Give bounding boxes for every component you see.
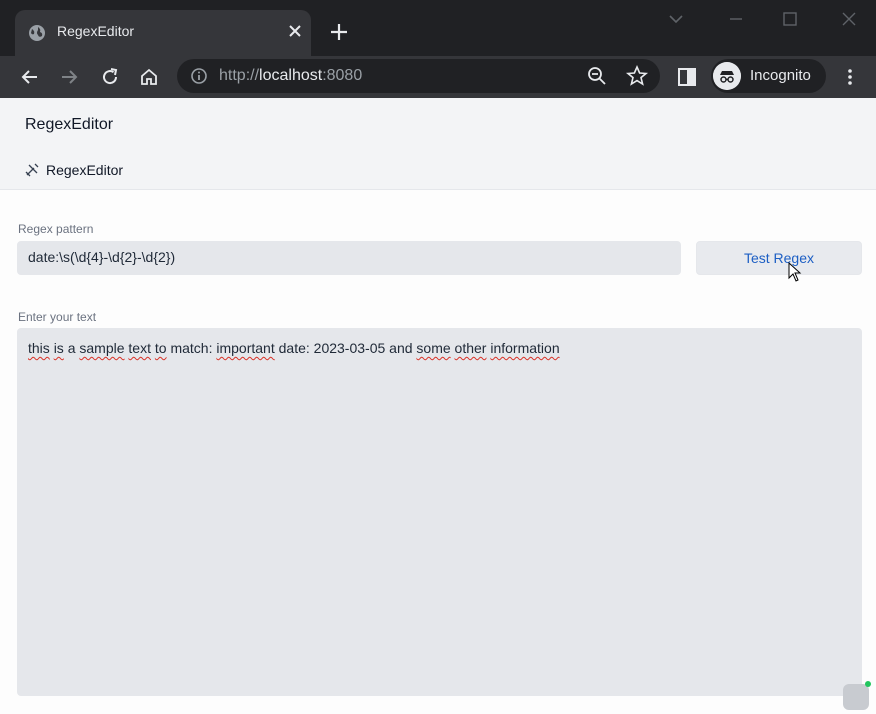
misspelled-word: this xyxy=(28,340,50,356)
info-icon[interactable] xyxy=(190,67,208,85)
url-host: localhost xyxy=(259,67,323,84)
page-content: RegexEditor RegexEditor Regex pattern da… xyxy=(0,98,876,714)
text-input-area[interactable]: this is a sample text to match: importan… xyxy=(17,328,862,696)
bookmark-star-icon[interactable] xyxy=(625,64,649,88)
browser-tab[interactable]: RegexEditor xyxy=(15,10,311,56)
incognito-icon xyxy=(713,62,741,90)
incognito-label: Incognito xyxy=(750,67,811,84)
misspelled-word: text xyxy=(128,340,151,356)
forward-arrow-icon[interactable] xyxy=(57,65,81,89)
menu-kebab-icon[interactable] xyxy=(838,65,862,89)
misspelled-word: important xyxy=(216,340,275,356)
text-input-label: Enter your text xyxy=(18,310,97,324)
url-scheme: http:// xyxy=(219,67,260,84)
misspelled-word: sample xyxy=(79,340,125,356)
test-regex-button[interactable]: Test Regex xyxy=(696,241,862,275)
misspelled-word: is xyxy=(53,340,64,356)
globe-icon xyxy=(29,25,45,41)
browser-titlebar: RegexEditor xyxy=(0,0,876,56)
text-segment: match: xyxy=(166,340,217,356)
tab-title: RegexEditor xyxy=(57,23,135,39)
app-title: RegexEditor xyxy=(25,116,114,133)
address-bar[interactable]: http://localhost:8080 xyxy=(177,59,660,93)
text-segment: date: 2023-03-05 and xyxy=(274,340,417,356)
status-dot xyxy=(865,681,871,687)
minimize-icon[interactable] xyxy=(725,8,747,30)
app-header: RegexEditor RegexEditor xyxy=(0,98,876,190)
mouse-cursor-icon xyxy=(788,262,802,282)
tools-icon xyxy=(25,163,39,177)
text-segment: a xyxy=(63,340,80,356)
misspelled-word: information xyxy=(490,340,560,356)
misspelled-word: other xyxy=(454,340,487,356)
browser-toolbar: http://localhost:8080 Incognito xyxy=(0,56,876,98)
url-port: :8080 xyxy=(322,67,363,84)
regex-pattern-label: Regex pattern xyxy=(18,222,94,236)
extension-badge[interactable] xyxy=(843,684,869,710)
reload-icon[interactable] xyxy=(98,65,122,89)
misspelled-word: some xyxy=(416,340,451,356)
nav-item-label: RegexEditor xyxy=(46,162,124,178)
url-text: http://localhost:8080 xyxy=(219,67,362,85)
close-icon[interactable] xyxy=(285,21,305,41)
side-panel-icon[interactable] xyxy=(675,65,699,89)
home-icon[interactable] xyxy=(137,65,161,89)
incognito-profile-button[interactable]: Incognito xyxy=(711,59,826,93)
misspelled-word: to xyxy=(154,340,167,356)
tab-search-icon[interactable] xyxy=(665,8,687,30)
maximize-icon[interactable] xyxy=(779,8,801,30)
window-close-icon[interactable] xyxy=(838,8,860,30)
back-arrow-icon[interactable] xyxy=(18,65,42,89)
regex-pattern-input[interactable]: date:\s(\d{4}-\d{2}-\d{2}) xyxy=(17,241,681,275)
new-tab-icon[interactable] xyxy=(327,20,351,44)
zoom-out-icon[interactable] xyxy=(585,64,609,88)
